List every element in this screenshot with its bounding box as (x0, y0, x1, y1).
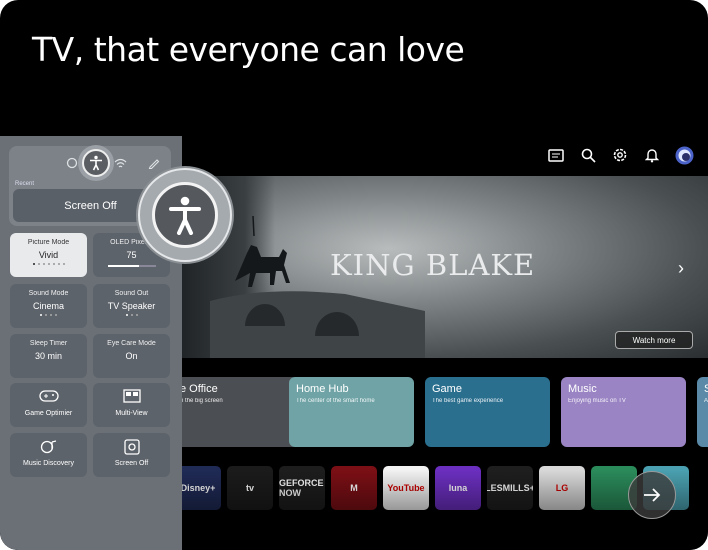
setting-label: Sound Mode (28, 290, 69, 297)
app-tile[interactable]: M (331, 466, 377, 510)
action-label: Music Discovery (23, 460, 74, 467)
setting-tile[interactable]: Sound Mode Cinema (10, 284, 87, 328)
setting-tile[interactable]: Picture Mode Vivid (10, 233, 87, 277)
scroll-next-button[interactable] (628, 471, 676, 519)
category-subtitle: The best game experience (432, 398, 504, 404)
category-title: S (704, 383, 708, 395)
option-dots (93, 314, 170, 316)
option-dots (10, 263, 87, 265)
action-tile[interactable]: Music Discovery (10, 433, 87, 477)
category-card[interactable]: Game The best game experience (425, 377, 550, 447)
watch-more-button[interactable]: Watch more (615, 331, 693, 349)
app-label: luna (448, 483, 468, 493)
hero-title: KING BLAKE (330, 248, 536, 282)
setting-label: Sleep Timer (29, 340, 68, 347)
action-label: Multi-View (115, 410, 148, 417)
app-label: M (350, 483, 358, 493)
app-tile[interactable]: YouTube (383, 466, 429, 510)
guide-icon[interactable] (546, 145, 566, 165)
setting-tile[interactable]: Sound Out TV Speaker (93, 284, 170, 328)
multiview-icon (93, 389, 170, 405)
music-discovery-icon (10, 439, 87, 455)
setting-label: Eye Care Mode (107, 340, 156, 347)
app-tile[interactable]: GEFORCE NOW (279, 466, 325, 510)
screen-off-icon (93, 439, 170, 455)
headline: TV, that everyone can love (32, 30, 465, 69)
setting-value: TV Speaker (107, 301, 156, 311)
gamepad-icon (10, 389, 87, 405)
app-label: Disney+ (180, 483, 216, 493)
accessibility-button[interactable] (78, 145, 114, 181)
setting-tile[interactable]: Sleep Timer 30 min (10, 334, 87, 378)
search-icon[interactable] (578, 145, 598, 165)
category-title: Game (432, 383, 462, 395)
action-label: Game Optimier (24, 410, 73, 417)
app-tile[interactable]: LESMILLS+ (487, 466, 533, 510)
action-tile[interactable]: Screen Off (93, 433, 170, 477)
setting-value: On (125, 351, 138, 361)
action-tile[interactable]: Multi-View (93, 383, 170, 427)
app-tile[interactable]: LG (539, 466, 585, 510)
chevron-right-icon[interactable]: › (678, 258, 684, 279)
setting-tile[interactable]: Eye Care Mode On (93, 334, 170, 378)
app-label: GEFORCE NOW (279, 478, 324, 498)
setting-value: Cinema (32, 301, 64, 311)
wifi-icon[interactable] (114, 156, 127, 174)
setting-value: 30 min (34, 351, 62, 361)
setting-value: Vivid (38, 250, 59, 260)
category-subtitle: Enjoying music on TV (568, 398, 626, 404)
category-title: e Office (180, 383, 218, 395)
category-title: Music (568, 383, 597, 395)
category-card[interactable]: SA (697, 377, 708, 447)
top-bar (546, 145, 694, 165)
edit-icon[interactable] (148, 156, 160, 174)
app-label: LG (555, 483, 569, 493)
category-subtitle: The center of the smart home (296, 398, 375, 404)
app-label: LESMILLS+ (487, 483, 533, 493)
category-card[interactable]: Music Enjoying music on TV (561, 377, 686, 447)
category-title: Home Hub (296, 383, 349, 395)
settings-icon[interactable] (66, 156, 78, 174)
app-tile[interactable]: tv (227, 466, 273, 510)
tv-frame: TV, that everyone can love KING BLAKE › (0, 0, 708, 550)
setting-label: Sound Out (114, 290, 149, 297)
category-subtitle: n the big screen (180, 398, 223, 404)
accessibility-icon (152, 182, 218, 248)
notification-icon[interactable] (642, 145, 662, 165)
category-card[interactable]: Home Hub The center of the smart home (289, 377, 414, 447)
category-card[interactable]: e Office n the big screen (173, 377, 298, 447)
app-label: YouTube (387, 483, 425, 493)
setting-label: Picture Mode (27, 239, 70, 246)
level-bar (107, 265, 156, 267)
action-label: Screen Off (114, 460, 149, 467)
arrow-right-icon (644, 488, 661, 502)
category-subtitle: A (704, 398, 708, 404)
settings-icon[interactable] (610, 145, 630, 165)
app-tile[interactable]: luna (435, 466, 481, 510)
app-label: tv (245, 483, 254, 493)
recent-label: Recent (15, 181, 35, 187)
accessibility-zoom-highlight (138, 168, 232, 262)
option-dots (10, 314, 87, 316)
accessibility-icon (82, 149, 110, 177)
action-tile[interactable]: Game Optimier (10, 383, 87, 427)
profile-avatar[interactable] (674, 145, 694, 165)
